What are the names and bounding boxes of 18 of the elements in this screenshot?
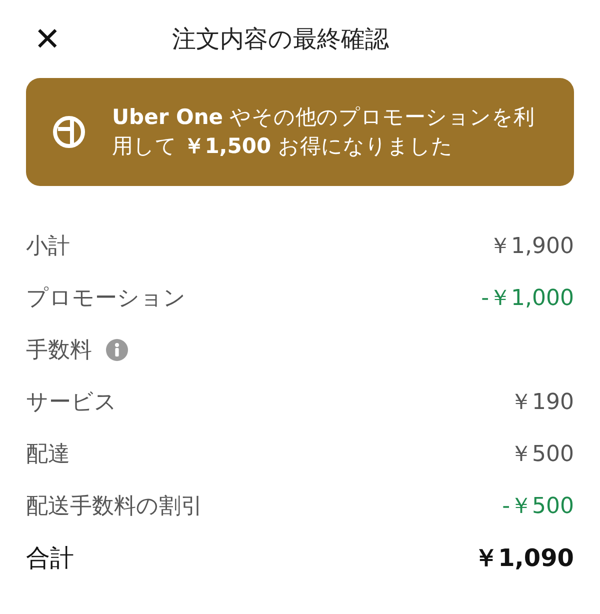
promo-message: Uber One やその他のプロモーションを利用して ￥1,500 お得になりました bbox=[112, 104, 536, 160]
line-label: 配達 bbox=[26, 441, 70, 469]
line-amount: ￥190 bbox=[510, 389, 574, 417]
badge-icon bbox=[52, 115, 86, 149]
line-amount: -￥500 bbox=[502, 493, 574, 521]
section-label: 手数料 bbox=[26, 337, 92, 365]
total-amount: ￥1,090 bbox=[474, 543, 574, 574]
line-label: 配送手数料の割引 bbox=[26, 493, 203, 521]
line-label: 小計 bbox=[26, 233, 70, 261]
line-amount: -￥1,000 bbox=[481, 285, 574, 313]
total-label: 合計 bbox=[26, 543, 74, 574]
line-label: サービス bbox=[26, 389, 117, 417]
info-icon[interactable] bbox=[106, 339, 128, 361]
line-label: プロモーション bbox=[26, 285, 186, 313]
line-amount: ￥1,900 bbox=[489, 233, 574, 261]
line-amount: ￥500 bbox=[510, 441, 574, 469]
close-button[interactable]: ✕ bbox=[34, 23, 172, 55]
page-title: 注文内容の最終確認 bbox=[172, 24, 389, 55]
